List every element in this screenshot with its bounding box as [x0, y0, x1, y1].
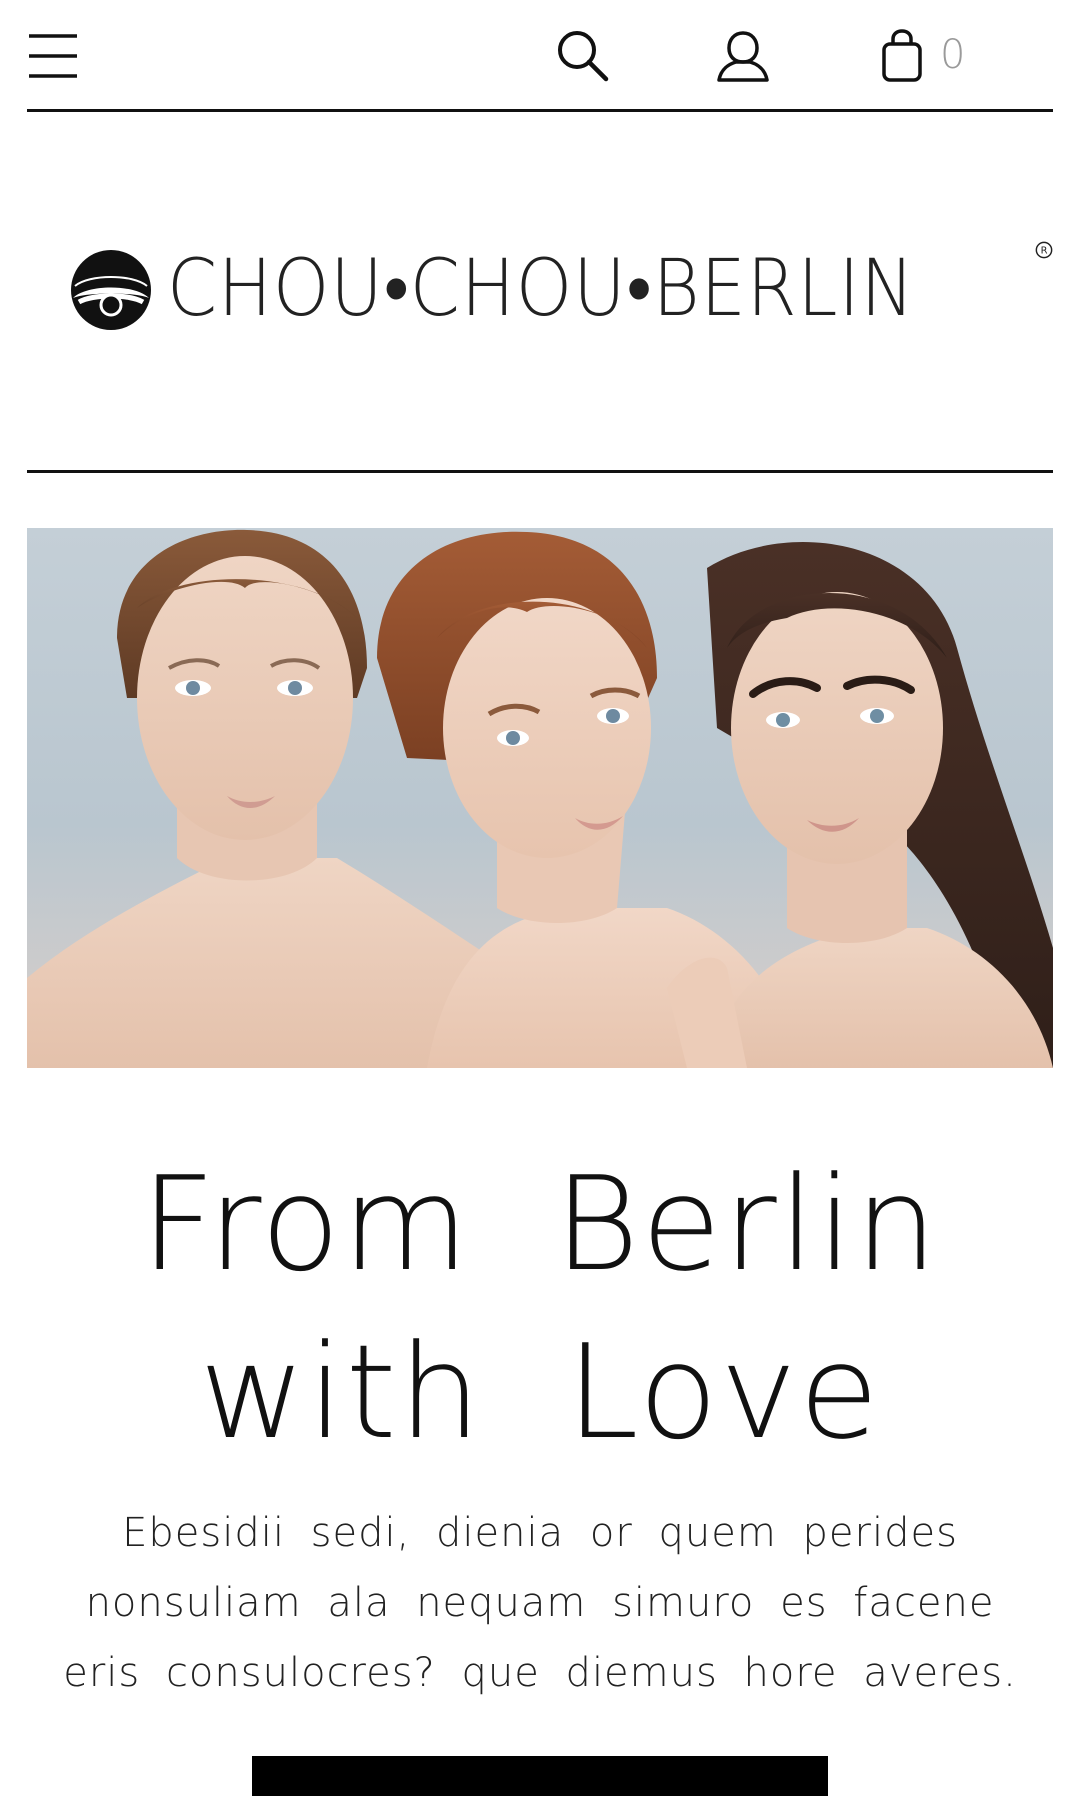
hamburger-menu-icon[interactable]	[25, 28, 81, 84]
headline-line-2: with Love	[199, 1316, 881, 1468]
user-account-icon[interactable]	[715, 28, 771, 84]
headline-line-1: From Berlin	[140, 1148, 940, 1300]
registered-trademark-icon: R	[1035, 241, 1053, 259]
brand-logo-area: CHOU•CHOU•BERLIN R	[27, 115, 1053, 473]
search-icon[interactable]	[555, 28, 611, 84]
hero-headline: From Berlin with Love	[0, 1140, 1080, 1476]
brand-wordmark[interactable]: CHOU•CHOU•BERLIN	[167, 241, 915, 337]
intro-paragraph: Ebesidii sedi, dienia or quem perides no…	[63, 1510, 1017, 1696]
hero-image-three-models	[27, 528, 1053, 1068]
cta-button[interactable]	[252, 1756, 828, 1796]
eye-logo-icon	[71, 250, 151, 330]
shopping-bag-icon[interactable]	[874, 28, 930, 84]
cart-item-count: 0	[940, 32, 966, 78]
svg-text:R: R	[1041, 246, 1048, 257]
